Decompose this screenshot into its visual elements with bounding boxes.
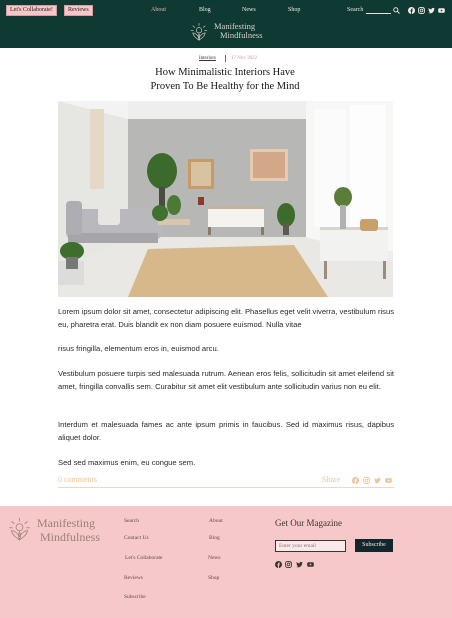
footer-link-news[interactable]: News: [208, 555, 221, 561]
search-input[interactable]: [366, 13, 391, 14]
footer-link-blog[interactable]: Blog: [209, 535, 220, 541]
facebook-icon[interactable]: [408, 7, 415, 14]
share-facebook-icon[interactable]: [352, 477, 359, 484]
search-label: Search: [347, 7, 364, 13]
share-twitter-icon[interactable]: [374, 477, 381, 484]
footer-logo-lotus-icon: [9, 518, 30, 541]
hero-image-living-room: [58, 101, 393, 297]
footer-link-contact-us[interactable]: Contact Us: [124, 535, 149, 541]
footer-link-lets-collaborate[interactable]: Let's Collaborate: [125, 555, 163, 561]
share-youtube-icon[interactable]: [385, 477, 392, 484]
footer-logo[interactable]: Manifesting Mindfulness: [37, 516, 100, 544]
email-field[interactable]: [275, 540, 346, 552]
nav-blog[interactable]: Blog: [199, 7, 211, 13]
article-paragraph-3: Interdum et malesuada fames ac ante ipsu…: [58, 420, 394, 442]
footer-facebook-icon[interactable]: [275, 561, 282, 568]
footer-youtube-icon[interactable]: [307, 561, 314, 568]
footer-twitter-icon[interactable]: [296, 561, 303, 568]
instagram-icon[interactable]: [418, 7, 425, 14]
article-paragraph-4: Sed sed maximus enim, eu congue sem.: [58, 458, 196, 467]
article-date: 17 Nov 2022: [231, 56, 258, 61]
share-instagram-icon[interactable]: [363, 477, 370, 484]
article-paragraph-1-continued: risus fringilla, elementum eros in, euis…: [58, 344, 219, 353]
search-icon[interactable]: [393, 7, 400, 14]
footer-link-shop[interactable]: Shop: [208, 575, 219, 581]
twitter-icon[interactable]: [428, 7, 435, 14]
article-paragraph-2: Vestibulum posuere turpis sed malesuada …: [58, 369, 394, 391]
article-paragraph-1: Lorem ipsum dolor sit amet, consectetur …: [58, 307, 394, 329]
footer-link-search[interactable]: Search: [124, 518, 139, 524]
nav-news[interactable]: News: [242, 7, 256, 13]
share-label: Share: [322, 475, 341, 484]
nav-about[interactable]: About: [151, 7, 166, 13]
article-title-line-1: How Minimalistic Interiors Have: [155, 67, 295, 78]
site-logo[interactable]: Manifesting Mindfulness: [212, 22, 263, 40]
youtube-icon[interactable]: [438, 7, 445, 14]
footer-logo-line-2: Mindfulness: [40, 530, 100, 544]
meta-divider: [225, 55, 226, 62]
footer-link-about[interactable]: About: [209, 518, 223, 524]
footer-link-reviews[interactable]: Reviews: [124, 575, 143, 581]
footer-logo-line-1: Manifesting: [37, 516, 95, 530]
footer-instagram-icon[interactable]: [285, 561, 292, 568]
logo-line-2: Mindfulness: [220, 30, 263, 40]
nav-shop[interactable]: Shop: [288, 7, 300, 13]
article-category-link[interactable]: Interiors: [199, 56, 216, 61]
site-header: Let's Collaborate! Reviews About Blog Ne…: [0, 0, 452, 48]
lets-collaborate-button[interactable]: Let's Collaborate!: [6, 5, 57, 16]
comments-link[interactable]: 0 comments: [58, 475, 97, 484]
footer-link-subscribe[interactable]: Subscribe: [124, 594, 146, 600]
article-divider: [58, 487, 394, 488]
subscribe-button[interactable]: Subscribe: [355, 539, 393, 552]
article-title: How Minimalistic Interiors Have Proven T…: [100, 66, 350, 93]
reviews-button[interactable]: Reviews: [64, 5, 93, 16]
article-title-line-2: Proven To Be Healthy for the Mind: [150, 80, 300, 92]
logo-lotus-icon: [190, 23, 208, 41]
magazine-heading: Get Our Magazine: [275, 518, 342, 528]
